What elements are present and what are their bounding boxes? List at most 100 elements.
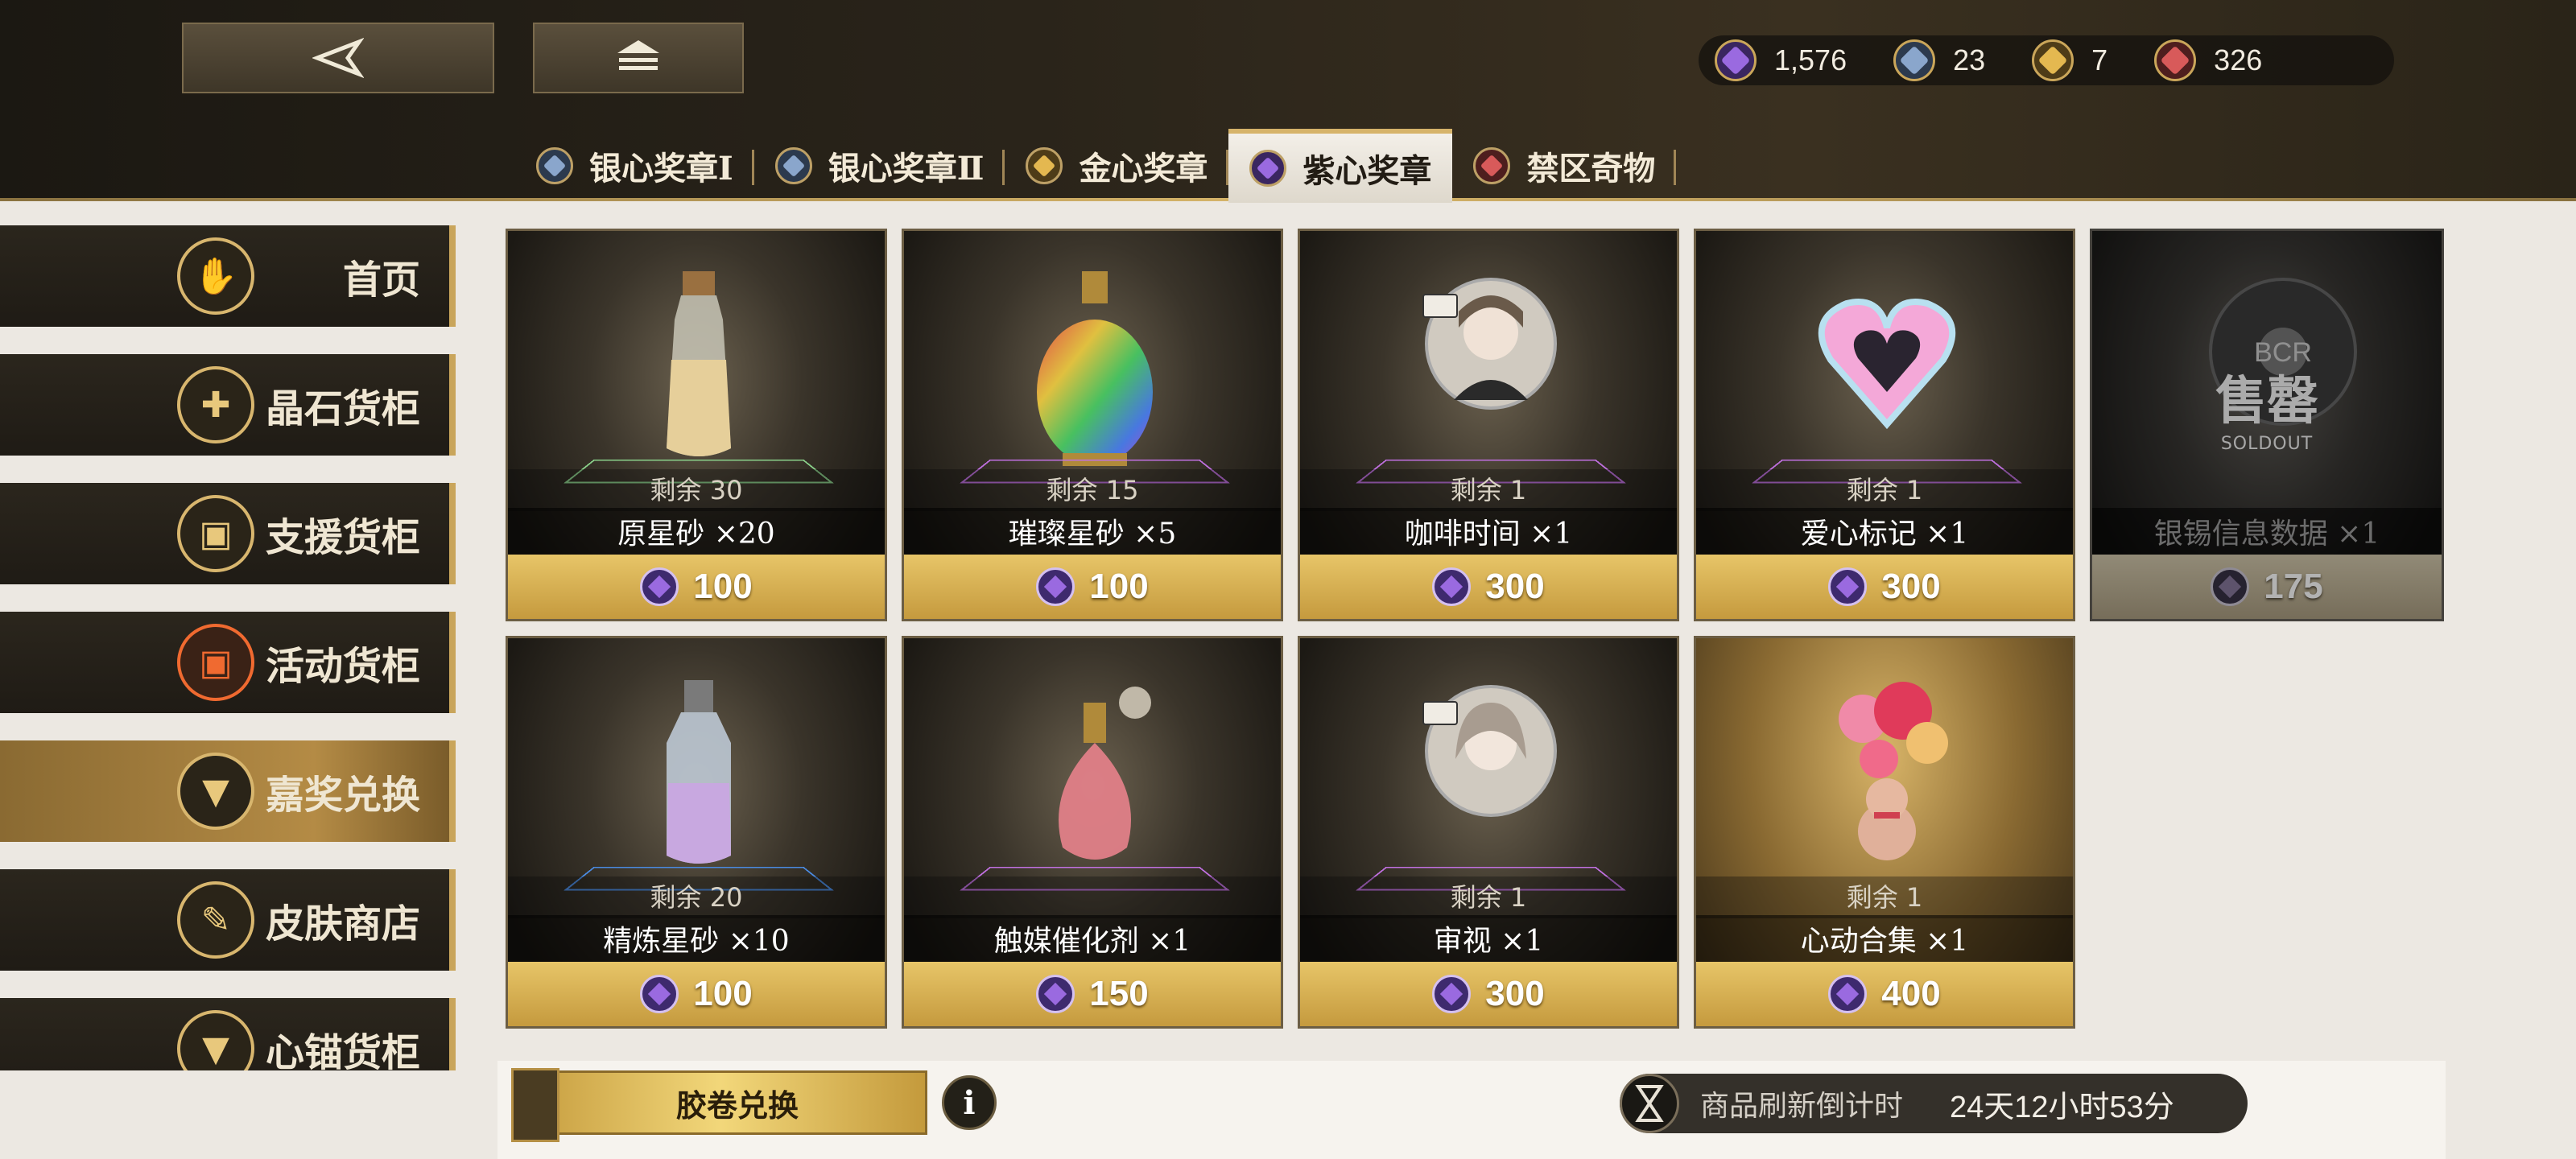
buy-button[interactable]: 400 xyxy=(1696,962,2073,1026)
hourglass-icon xyxy=(1620,1074,1679,1133)
item-price: 300 xyxy=(1485,974,1545,1013)
currency-value: 7 xyxy=(2091,43,2108,76)
event-box-icon: ▣ xyxy=(177,624,254,701)
purple-gem-icon xyxy=(1249,150,1287,187)
sidebar-item-label: 皮肤商店 xyxy=(265,901,420,947)
home-icon xyxy=(617,40,659,70)
soldout-label-en: SOLDOUT xyxy=(2220,434,2314,454)
sidebar-item-reward-exchange[interactable]: ▼ 嘉奖兑换 xyxy=(0,740,456,842)
perfume-bottle-icon xyxy=(1059,687,1151,860)
buy-button[interactable]: 300 xyxy=(1696,555,2073,619)
shop-item-card[interactable]: 剩余 30 原星砂 ×20 100 xyxy=(506,229,887,621)
shop-item-card[interactable]: 剩余 1 审视 ×1 300 xyxy=(1298,636,1679,1029)
sidebar-item-skin-shop[interactable]: ✎ 皮肤商店 xyxy=(0,869,456,971)
shop-item-card[interactable]: 触媒催化剂 ×1 150 xyxy=(902,636,1283,1029)
tab-gold-medal[interactable]: 金心奖章 xyxy=(1005,129,1229,203)
purple-gem-icon xyxy=(1036,975,1075,1013)
item-name: 触媒催化剂 ×1 xyxy=(904,915,1281,968)
red-gem-icon xyxy=(2154,39,2197,81)
balloon-bear-icon xyxy=(1839,682,1948,860)
purple-gem-icon xyxy=(640,975,679,1013)
currency-purple[interactable]: 1,576 xyxy=(1715,39,1847,81)
tab-label: 银心奖章Ⅰ xyxy=(589,150,733,188)
silver-gem-icon xyxy=(536,147,573,184)
shop-item-card[interactable]: 剩余 1 咖啡时间 ×1 300 xyxy=(1298,229,1679,621)
info-icon: i xyxy=(963,1083,976,1122)
buy-button[interactable]: 300 xyxy=(1300,962,1677,1026)
item-name: 精炼星砂 ×10 xyxy=(508,915,885,968)
item-price: 100 xyxy=(693,974,753,1013)
sidebar-item-label: 心锚货柜 xyxy=(265,1030,420,1070)
buy-button[interactable]: 100 xyxy=(508,555,885,619)
remaining-count xyxy=(904,876,1281,918)
buy-button[interactable]: 300 xyxy=(1300,555,1677,619)
tab-restricted-oddities[interactable]: 禁区奇物 xyxy=(1452,129,1677,203)
purple-gem-icon xyxy=(1036,567,1075,606)
sidebar-item-support-cabinet[interactable]: ▣ 支援货柜 xyxy=(0,483,456,584)
sidebar-item-anchor-cabinet[interactable]: ▼ 心锚货柜 xyxy=(0,998,456,1070)
box-icon: ▣ xyxy=(177,495,254,572)
item-name: 咖啡时间 ×1 xyxy=(1300,508,1677,561)
currency-silver[interactable]: 23 xyxy=(1893,39,1985,81)
soldout-mark: 售罄 SOLDOUT xyxy=(2092,360,2442,454)
refined-sand-bottle-icon xyxy=(667,680,731,864)
home-button[interactable] xyxy=(533,23,744,93)
sidebar-item-label: 晶石货柜 xyxy=(265,386,420,431)
heart-mark-icon xyxy=(1818,299,1956,430)
shop-item-card[interactable]: 剩余 1 心动合集 ×1 400 xyxy=(1694,636,2075,1029)
shop-item-card[interactable]: 剩余 20 精炼星砂 ×10 100 xyxy=(506,636,887,1029)
currency-gold[interactable]: 7 xyxy=(2032,39,2107,81)
item-price: 100 xyxy=(693,567,753,606)
currency-value: 23 xyxy=(1953,43,1986,76)
price-bar: 175 xyxy=(2092,555,2442,619)
item-price: 100 xyxy=(1089,567,1149,606)
buy-button[interactable]: 150 xyxy=(904,962,1281,1026)
silver-gem-icon xyxy=(774,147,812,184)
buy-button[interactable]: 100 xyxy=(508,962,885,1026)
tab-purple-medal[interactable]: 紫心奖章 xyxy=(1228,129,1453,203)
sidebar: ✋ 首页 ✚ 晶石货柜 ▣ 支援货柜 ▣ 活动货柜 ▼ 嘉奖兑换 ✎ 皮肤商店 … xyxy=(0,225,459,1070)
sidebar-item-label: 支援货柜 xyxy=(265,515,420,560)
refresh-time: 24天12小时53分 xyxy=(1950,1090,2174,1124)
tab-label: 紫心奖章 xyxy=(1302,152,1432,190)
item-price: 175 xyxy=(2264,567,2323,606)
shop-item-card[interactable]: 剩余 1 爱心标记 ×1 300 xyxy=(1694,229,2075,621)
tab-label: 金心奖章 xyxy=(1079,150,1208,188)
medal-tabs: 银心奖章Ⅰ 银心奖章Ⅱ 金心奖章 紫心奖章 禁区奇物 xyxy=(515,129,1677,203)
thumbs-up-icon: ✋ xyxy=(177,237,254,315)
back-button[interactable] xyxy=(182,23,494,93)
sidebar-item-crystal-cabinet[interactable]: ✚ 晶石货柜 xyxy=(0,354,456,456)
crystal-icon: ✚ xyxy=(177,366,254,443)
info-button[interactable]: i xyxy=(942,1075,997,1130)
purple-gem-icon xyxy=(640,567,679,606)
buy-button[interactable]: 100 xyxy=(904,555,1281,619)
item-name: 璀璨星砂 ×5 xyxy=(904,508,1281,561)
medal-icon: ▼ xyxy=(177,753,254,830)
sidebar-item-label: 首页 xyxy=(342,258,420,303)
sidebar-item-event-cabinet[interactable]: ▣ 活动货柜 xyxy=(0,612,456,713)
shop-item-card-soldout: BCR 售罄 SOLDOUT 银锡信息数据 ×1 175 xyxy=(2090,229,2444,621)
gold-gem-icon xyxy=(2032,39,2074,81)
purple-gem-icon xyxy=(1432,567,1472,606)
sidebar-item-home[interactable]: ✋ 首页 xyxy=(0,225,456,327)
shop-item-card[interactable]: 剩余 15 璀璨星砂 ×5 100 xyxy=(902,229,1283,621)
role-card-icon xyxy=(1422,701,1458,725)
remaining-count: 剩余 1 xyxy=(1300,469,1677,511)
currency-value: 326 xyxy=(2214,43,2263,76)
item-name: 爱心标记 ×1 xyxy=(1696,508,2073,561)
currency-red[interactable]: 326 xyxy=(2154,39,2262,81)
currency-bar: 1,576 23 7 326 xyxy=(1699,35,2394,85)
item-name: 原星砂 ×20 xyxy=(508,508,885,561)
sand-bottle-icon xyxy=(667,271,731,456)
film-exchange-button[interactable]: 胶卷兑换 xyxy=(511,1068,927,1142)
refresh-countdown: 商品刷新倒计时 24天12小时53分 xyxy=(1620,1074,2248,1133)
tab-silver-medal-2[interactable]: 银心奖章Ⅱ xyxy=(754,129,1005,203)
sidebar-item-label: 嘉奖兑换 xyxy=(265,773,420,818)
film-roll-icon xyxy=(511,1068,559,1142)
role-card-icon xyxy=(1422,294,1458,318)
purple-gem-icon xyxy=(1828,975,1868,1013)
currency-value: 1,576 xyxy=(1774,43,1847,76)
tab-silver-medal-1[interactable]: 银心奖章Ⅰ xyxy=(515,129,754,203)
rainbow-bottle-icon xyxy=(1037,271,1153,466)
tab-label: 银心奖章Ⅱ xyxy=(828,150,985,188)
